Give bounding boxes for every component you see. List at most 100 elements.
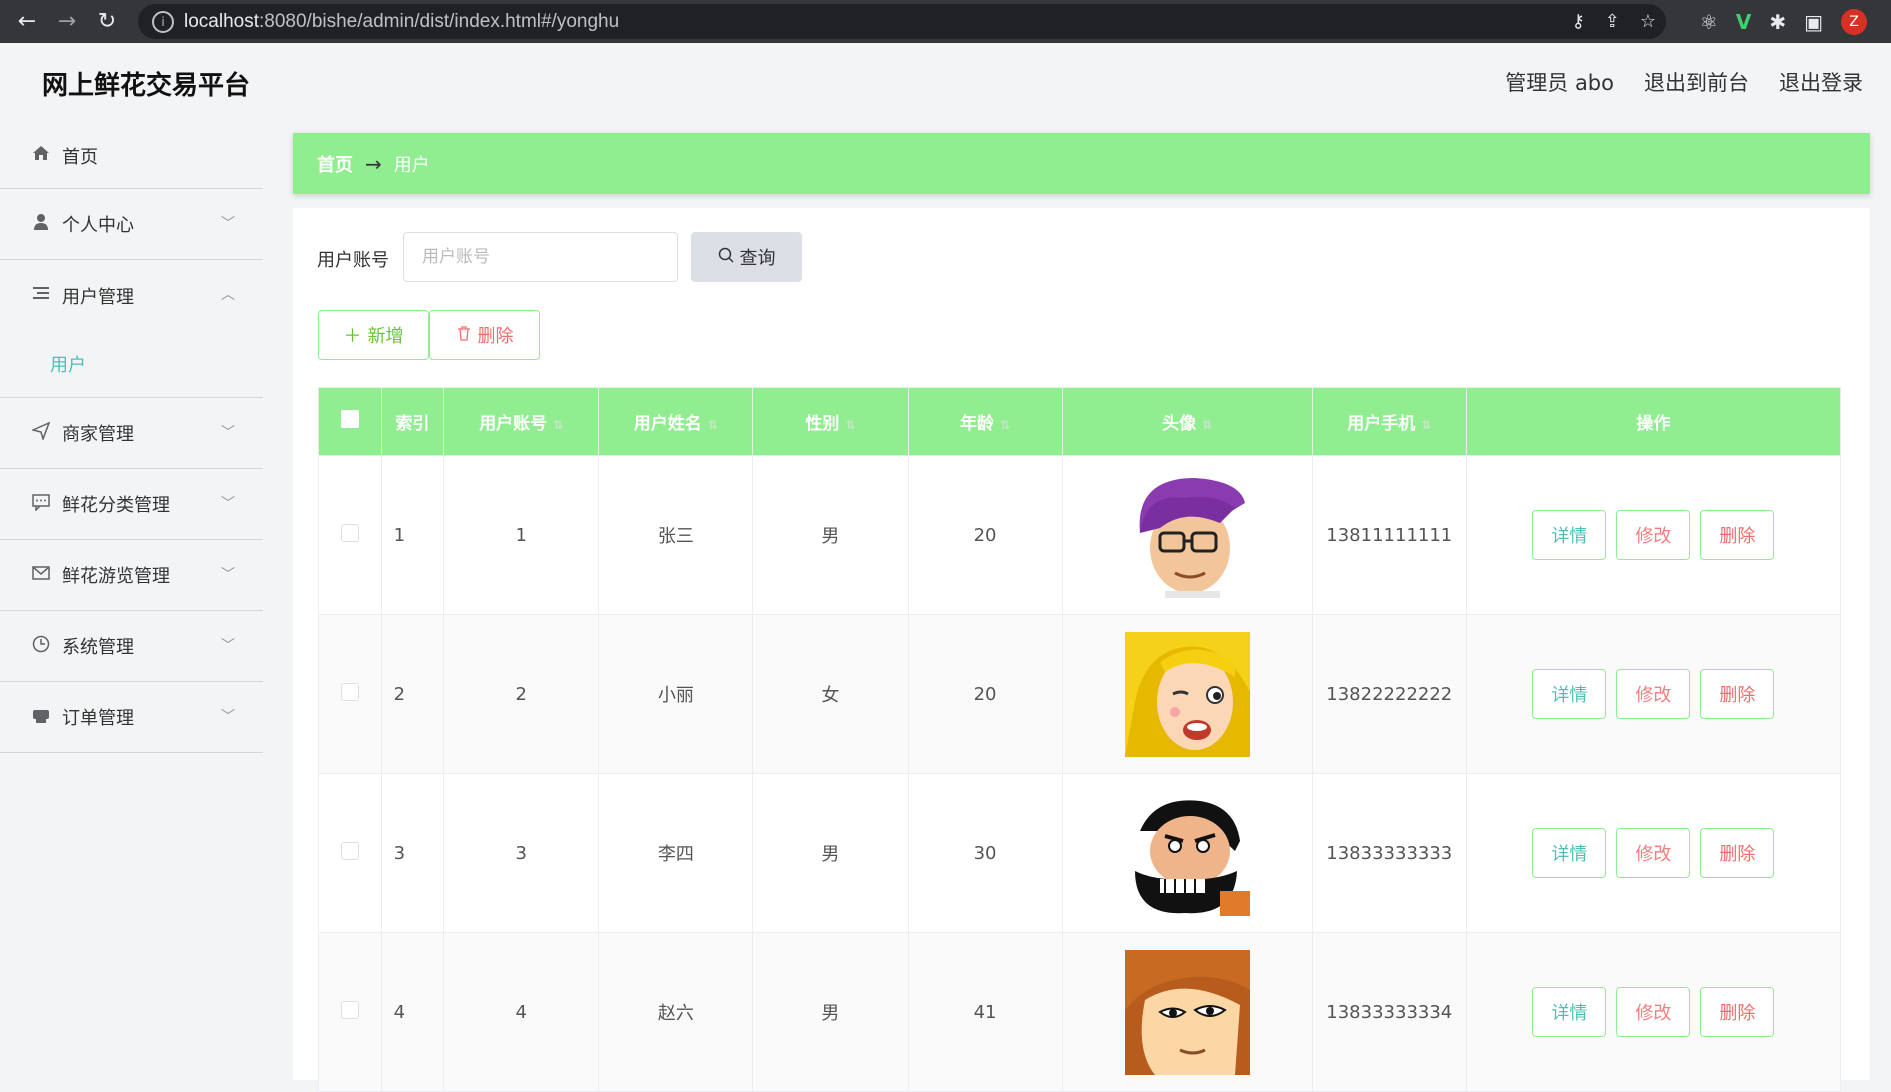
cell-operations: 详情 修改 删除 [1465,932,1842,1092]
sidebar-item-users[interactable]: 用户管理 ︿ [0,260,263,331]
edit-button[interactable]: 修改 [1616,669,1691,719]
reload-icon[interactable]: ↻ [94,9,120,34]
back-icon[interactable]: ← [14,9,40,34]
row-checkbox[interactable] [318,932,382,1092]
cell-avatar [1061,614,1313,774]
chat-icon [30,493,52,516]
add-button[interactable]: ＋ 新增 [318,310,429,360]
column-label: 用户账号 [479,414,548,434]
share-icon[interactable]: ⇪ [1605,11,1620,32]
address-bar[interactable]: i localhost:8080/bishe/admin/dist/index.… [138,4,1666,39]
row-checkbox[interactable] [318,614,382,774]
row-checkbox[interactable] [318,455,382,615]
column-label: 索引 [395,414,430,434]
cell-index: 3 [380,773,445,933]
cell-index: 2 [380,614,445,774]
cell-operations: 详情 修改 删除 [1465,773,1842,933]
delete-button[interactable]: 删除 [1700,669,1775,719]
brand-title: 网上鲜花交易平台 [42,71,251,101]
detail-button[interactable]: 详情 [1532,828,1607,878]
search-input[interactable] [403,232,678,282]
row-actions: 详情 修改 删除 [1532,987,1775,1037]
key-icon[interactable]: ⚷ [1572,11,1585,32]
sidebar-item-profile[interactable]: 个人中心 ﹀ [0,189,263,260]
sort-icon[interactable]: ⇅ [1421,418,1431,432]
sort-icon[interactable]: ⇅ [708,418,718,432]
detail-button[interactable]: 详情 [1532,510,1607,560]
cell-account: 2 [443,614,600,774]
react-devtools-icon[interactable]: ⚛ [1700,10,1718,34]
cell-avatar [1061,932,1313,1092]
cell-avatar [1061,773,1313,933]
search-label: 用户账号 [317,250,389,271]
puzzle-icon[interactable]: ✱ [1769,10,1786,34]
logout-link[interactable]: 退出登录 [1779,67,1863,97]
select-all-checkbox[interactable] [318,387,382,456]
table-row: 4 4 赵六 男 41 13833333334 详情 修改 删除 [318,932,1842,1092]
search-button[interactable]: 查询 [691,232,802,282]
delete-button[interactable]: 删除 [1700,510,1775,560]
cell-age: 20 [907,614,1063,774]
exit-to-front-link[interactable]: 退出到前台 [1644,67,1749,97]
admin-name: 管理员 abo [1505,71,1614,95]
edit-button[interactable]: 修改 [1616,828,1691,878]
column-label: 头像 [1162,414,1197,434]
browser-nav: ← → ↻ [0,9,138,34]
sidebar-item-flower-category[interactable]: 鲜花分类管理 ﹀ [0,469,263,540]
column-header[interactable]: 用户账号 ⇅ [443,387,600,456]
chevron-down-icon: ﹀ [221,709,235,725]
cell-age: 30 [907,773,1063,933]
sort-icon[interactable]: ⇅ [553,418,563,432]
edit-button[interactable]: 修改 [1616,510,1691,560]
sidebar-item-label: 用户管理 [62,286,134,308]
star-icon[interactable]: ☆ [1640,11,1656,32]
mail-icon [30,564,52,587]
row-checkbox[interactable] [318,773,382,933]
cell-name: 赵六 [598,932,754,1092]
sidebar-item-flower-browse[interactable]: 鲜花游览管理 ﹀ [0,540,263,611]
detail-button[interactable]: 详情 [1532,669,1607,719]
column-header[interactable]: 年龄 ⇅ [907,387,1063,456]
sidebar-item-merchants[interactable]: 商家管理 ﹀ [0,398,263,469]
chevron-down-icon: ﹀ [221,638,235,654]
column-label: 操作 [1636,414,1671,434]
sidebar-item-label: 个人中心 [62,215,134,236]
sort-icon[interactable]: ⇅ [1202,418,1212,432]
edit-button[interactable]: 修改 [1616,987,1691,1037]
breadcrumb-home[interactable]: 首页 [317,151,353,177]
column-header[interactable]: 用户手机 ⇅ [1311,387,1467,456]
forward-icon[interactable]: → [54,9,80,34]
column-header[interactable]: 头像 ⇅ [1061,387,1313,456]
site-info-icon[interactable]: i [152,10,174,33]
batch-delete-button[interactable]: 删除 [429,310,540,360]
column-header[interactable]: 性别 ⇅ [752,387,909,456]
sidebar-item-system[interactable]: 系统管理 ﹀ [0,611,263,682]
delete-button[interactable]: 删除 [1700,828,1775,878]
url-text[interactable]: localhost:8080/bishe/admin/dist/index.ht… [184,11,619,33]
cell-account: 4 [443,932,600,1092]
cell-index: 4 [380,932,445,1092]
sort-icon[interactable]: ⇅ [1000,418,1010,432]
table-header-row: 索引 用户账号 ⇅ 用户姓名 ⇅ 性别 ⇅ 年龄 ⇅ 头像 ⇅ 用户手机 ⇅ 操作 [318,387,1842,456]
delete-button[interactable]: 删除 [1700,987,1775,1037]
sidebar-subitem-user[interactable]: 用户 [0,331,263,398]
breadcrumb-current: 用户 [393,154,430,176]
column-header[interactable]: 用户姓名 ⇅ [598,387,754,456]
profile-avatar[interactable]: Z [1841,8,1867,35]
sidebar-item-home[interactable]: 首页 [0,123,263,189]
vue-devtools-icon[interactable]: V [1736,10,1751,34]
detail-button[interactable]: 详情 [1532,987,1607,1037]
sidebar-item-orders[interactable]: 订单管理 ﹀ [0,682,263,753]
arrow-right-icon: → [365,151,382,176]
home-icon [30,144,52,167]
sidebar-item-label: 鲜花分类管理 [62,495,170,516]
url-path: :8080/bishe/admin/dist/index.html#/yongh… [259,10,620,32]
cell-avatar [1061,455,1313,615]
sidepanel-icon[interactable]: ▣ [1804,10,1823,34]
cell-phone: 13822222222 [1311,614,1467,774]
cell-account: 1 [443,455,600,615]
chevron-up-icon: ︿ [221,287,235,303]
table-row: 2 2 小丽 女 20 13822222222 详情 修改 删除 [318,614,1842,774]
sort-icon[interactable]: ⇅ [845,418,855,432]
cell-operations: 详情 修改 删除 [1465,455,1842,615]
